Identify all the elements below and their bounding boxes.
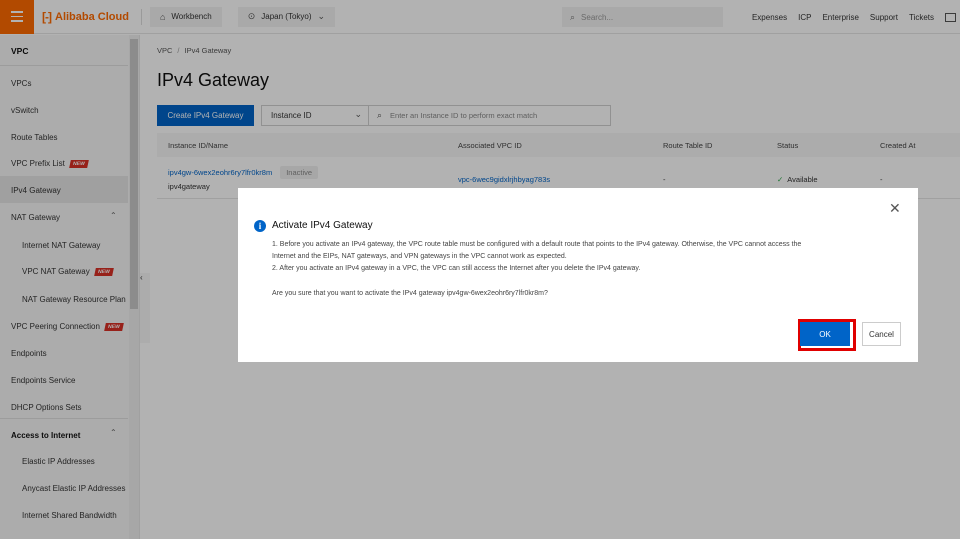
- dialog-question: Are you sure that you want to activate t…: [272, 290, 548, 297]
- info-icon: i: [254, 220, 266, 232]
- cancel-button[interactable]: Cancel: [862, 322, 901, 346]
- dialog-title: Activate IPv4 Gateway: [272, 220, 373, 231]
- dialog-line-1: 1. Before you activate an IPv4 gateway, …: [272, 241, 802, 248]
- ok-button[interactable]: OK: [800, 322, 850, 346]
- close-icon[interactable]: ✕: [889, 200, 901, 217]
- dialog-line-3: 2. After you activate an IPv4 gateway in…: [272, 265, 641, 272]
- activate-ipv4-gateway-dialog: ✕ i Activate IPv4 Gateway 1. Before you …: [238, 188, 918, 362]
- dialog-line-2: Internet and the EIPs, NAT gateways, and…: [272, 253, 567, 260]
